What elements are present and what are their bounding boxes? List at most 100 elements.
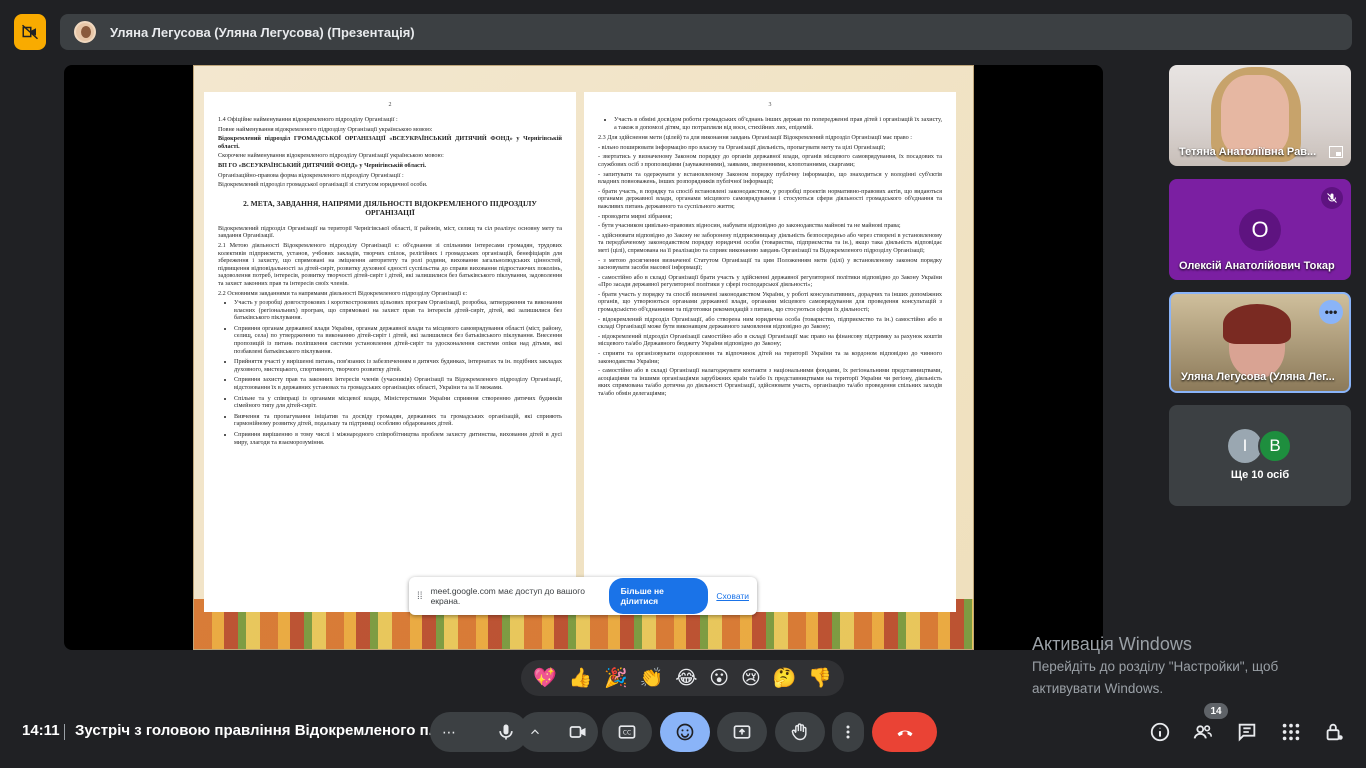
activation-text: Перейдіть до розділу "Настройки", щоб <box>1032 659 1279 674</box>
document-page-right: 3 Участь в обміні досвідом роботи громад… <box>584 92 956 612</box>
svg-text:CC: CC <box>623 731 631 737</box>
captions-icon: CC <box>618 725 636 739</box>
doc-text: Повне найменування відокремленого підроз… <box>218 125 433 133</box>
divider <box>64 724 65 740</box>
reaction-sad[interactable]: 😢 <box>741 668 761 688</box>
video-camera-icon[interactable] <box>568 722 588 742</box>
doc-text: - здійснювати відповідно до Закону не за… <box>598 231 942 254</box>
people-button[interactable] <box>1190 719 1216 745</box>
more-participants-label: Ще 10 осіб <box>1230 469 1290 481</box>
participant-avatar: О <box>1239 209 1281 251</box>
doc-text: - бути учасником цивільно-правових відно… <box>598 222 901 230</box>
doc-list-item: Прийняття участі у вирішенні питань, пов… <box>234 358 562 373</box>
presenter-avatar <box>74 21 96 43</box>
doc-list-item: Вивчення та пропагування ініціатив та до… <box>234 413 562 428</box>
page-number: 2 <box>388 102 392 108</box>
activities-button[interactable] <box>1278 719 1304 745</box>
reaction-party[interactable]: 🎉 <box>604 668 628 688</box>
doc-text: - брати участь у порядку та спосіб визна… <box>598 290 942 314</box>
document-page-left: 2 1.4 Офіційне найменування відокремлено… <box>204 92 576 612</box>
present-screen-button[interactable] <box>717 712 767 752</box>
doc-text: 1.4 Офіційне найменування відокремленого… <box>218 116 398 123</box>
info-icon <box>1150 722 1170 742</box>
people-icon <box>1193 725 1213 739</box>
hang-up-icon <box>897 730 912 737</box>
doc-text: - самостійно або в складі Організації на… <box>598 367 942 397</box>
presentation-stage: 2 1.4 Офіційне найменування відокремлено… <box>64 65 1103 650</box>
people-count-badge: 14 <box>1204 703 1228 719</box>
doc-list-item: Спільне та у співпраці із органами місце… <box>234 395 562 410</box>
doc-text: ВП ГО «ВСЕУКРАЇНСЬКИЙ ДИТЯЧИЙ ФОНД» у Че… <box>218 161 427 169</box>
clock: 14:11 <box>22 722 60 739</box>
microphone-control[interactable]: ⋯ <box>430 712 528 752</box>
reaction-heart[interactable]: 💖 <box>533 668 557 688</box>
drag-handle-icon[interactable]: ⁞⁞ <box>417 591 423 602</box>
camera-off-indicator[interactable] <box>14 14 46 50</box>
meeting-details-button[interactable] <box>1147 719 1173 745</box>
doc-list-item: Участь у розробці довгострокових і корот… <box>234 299 562 322</box>
doc-list-item: Участь в обміні досвідом роботи громадсь… <box>614 116 942 131</box>
pip-icon[interactable] <box>1329 146 1343 158</box>
more-audio-options-icon[interactable]: ⋯ <box>442 724 456 741</box>
chevron-up-icon[interactable] <box>528 725 542 739</box>
reactions-button[interactable] <box>660 712 710 752</box>
doc-heading: 2. МЕТА, ЗАВДАННЯ, НАПРЯМИ ДІЯЛЬНОСТІ ВІ… <box>243 198 537 217</box>
doc-text: Скорочене найменування відокремленого пі… <box>218 152 444 160</box>
reaction-laugh[interactable]: 😂 <box>675 668 697 688</box>
doc-text: - сприяти та організовувати оздоровлення… <box>598 350 942 365</box>
doc-list-item: Сприяння захисту прав та законних інтере… <box>234 376 562 391</box>
participant-name: Тетяна Анатоліївна Рав... <box>1179 146 1317 158</box>
participant-avatar: І <box>1228 429 1262 463</box>
doc-text: Організаційно-правова форма відокремлено… <box>218 171 404 179</box>
doc-list-item: Сприяння органам державної влади України… <box>234 325 562 355</box>
raise-hand-button[interactable] <box>775 712 825 752</box>
more-participants-tile[interactable]: І В Ще 10 осіб <box>1169 405 1351 506</box>
camera-control[interactable] <box>518 712 598 752</box>
doc-text: - відокремлений підрозділ Організації, а… <box>598 315 942 331</box>
doc-list-item: Сприяння вирішенню в тому числі і міжнар… <box>234 431 562 446</box>
participant-tile-speaking[interactable]: ••• Уляна Легусова (Уляна Лег... <box>1169 292 1351 393</box>
emoji-smile-icon <box>676 723 694 741</box>
chat-icon <box>1238 723 1256 742</box>
hide-toast-link[interactable]: Сховати <box>716 591 749 601</box>
screen-share-toast: ⁞⁞ meet.google.com має доступ до вашого … <box>409 577 757 615</box>
windows-activation-watermark: Активація Windows Перейдіть до розділу "… <box>1032 634 1278 699</box>
doc-text: - з метою досягнення визначеної Статутом… <box>598 256 942 272</box>
reaction-clap[interactable]: 👏 <box>640 668 664 688</box>
reactions-bar: 💖 👍 🎉 👏 😂 😮 😢 🤔 👎 <box>521 660 844 696</box>
reaction-surprised[interactable]: 😮 <box>709 668 729 688</box>
doc-text: 2.2 Основними завданнями та напрямами ді… <box>218 289 468 297</box>
mic-off-icon <box>1321 187 1343 209</box>
doc-text: - звертатись у визначеному Законом поряд… <box>598 153 942 168</box>
host-controls-button[interactable] <box>1321 719 1347 745</box>
more-options-icon[interactable]: ••• <box>1319 300 1343 324</box>
activation-title: Активація Windows <box>1032 634 1192 654</box>
captions-button[interactable]: CC <box>602 712 652 752</box>
hand-icon <box>791 723 807 741</box>
doc-text: - вільно поширювати інформацію про власн… <box>598 143 886 151</box>
participant-name: Уляна Легусова (Уляна Лег... <box>1181 371 1335 383</box>
meeting-title: Зустріч з головою правління Відокремлено… <box>75 722 442 739</box>
doc-text: 2.1 Метою діяльності Відокремленого підр… <box>218 241 562 287</box>
participant-avatar: В <box>1258 429 1292 463</box>
presenter-title: Уляна Легусова (Уляна Легусова) (Презент… <box>110 24 415 40</box>
reaction-thumbs-up[interactable]: 👍 <box>569 668 593 688</box>
microphone-icon[interactable] <box>496 722 516 742</box>
more-options-button[interactable] <box>832 712 864 752</box>
reaction-thumbs-down[interactable]: 👎 <box>808 668 832 688</box>
more-vert-icon <box>846 725 850 739</box>
reaction-thinking[interactable]: 🤔 <box>773 668 797 688</box>
shared-screen-slide: 2 1.4 Офіційне найменування відокремлено… <box>193 65 974 650</box>
doc-text: Відокремлений підрозділ ГРОМАДСЬКОЇ ОРГА… <box>218 135 562 150</box>
stop-sharing-button[interactable]: Більше не ділитися <box>608 578 709 614</box>
doc-text: Відокремлений підрозділ Організації на т… <box>218 224 562 240</box>
doc-text: - запитувати та одержувати у встановлено… <box>598 170 942 186</box>
activation-text: активувати Windows. <box>1032 681 1164 696</box>
doc-text: - брати участь, в порядку та спосіб вста… <box>598 187 942 210</box>
leave-call-button[interactable] <box>872 712 937 752</box>
presenter-bar: Уляна Легусова (Уляна Легусова) (Презент… <box>60 14 1352 50</box>
participant-tile[interactable]: Тетяна Анатоліївна Рав... <box>1169 65 1351 166</box>
chat-button[interactable] <box>1234 719 1260 745</box>
doc-text: - самостійно або в складі Організації бр… <box>598 273 942 289</box>
participant-tile[interactable]: О Олексій Анатолійович Токар <box>1169 179 1351 280</box>
